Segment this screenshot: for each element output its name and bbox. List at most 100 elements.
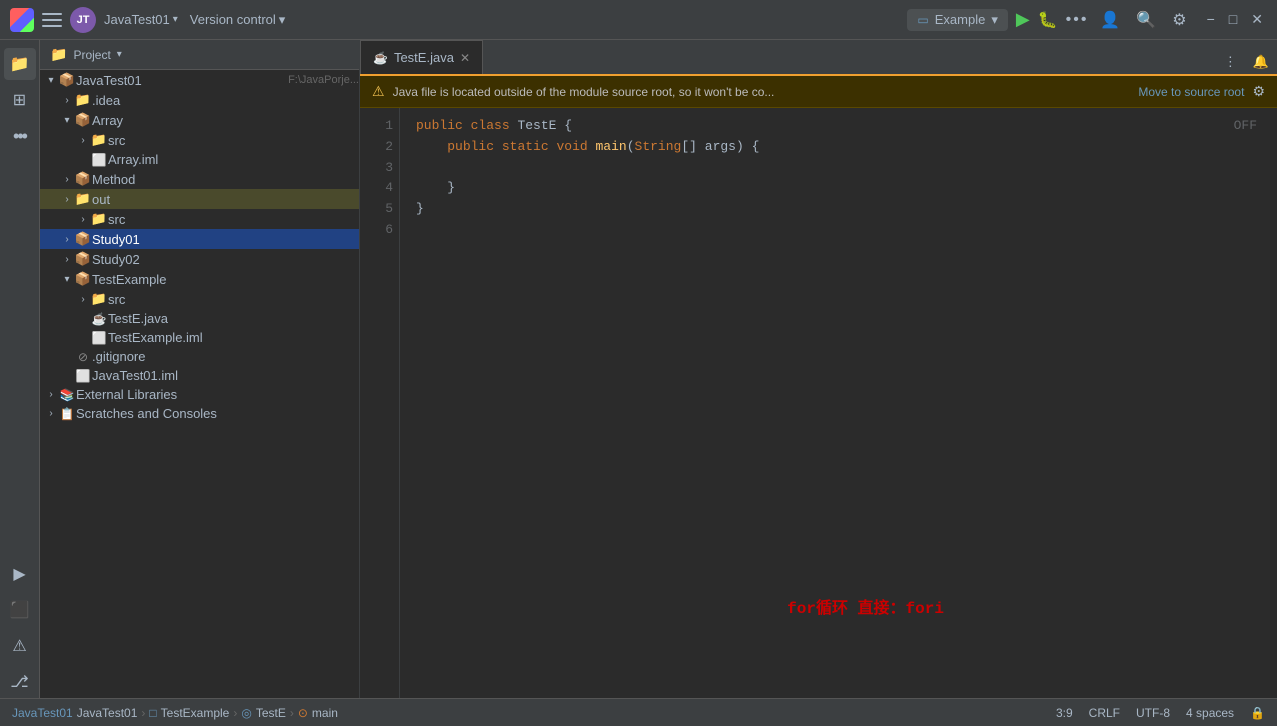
tree-item-external-libraries[interactable]: › 📚 External Libraries xyxy=(40,385,359,404)
file-icon: ☕ xyxy=(90,311,108,326)
file-encoding[interactable]: UTF-8 xyxy=(1136,706,1170,720)
tree-item-idea[interactable]: › 📁 .idea xyxy=(40,90,359,110)
activity-run-icon[interactable]: ▶ xyxy=(4,558,36,590)
line-number: 2 xyxy=(366,137,393,158)
tree-item-javatest01-root[interactable]: ▾ 📦 JavaTest01 F:\JavaPorje... xyxy=(40,70,359,90)
code-line xyxy=(416,158,1261,179)
search-everywhere-icon[interactable]: 🔍 xyxy=(1132,8,1160,32)
titlebar: JT JavaTest01 ▾ Version control ▾ ▭ Exam… xyxy=(0,0,1277,40)
tree-item-testexample[interactable]: ▾ 📦 TestExample xyxy=(40,269,359,289)
window-controls: − □ ✕ xyxy=(1203,9,1267,30)
run-config-caret-icon: ▾ xyxy=(991,12,998,28)
run-button[interactable]: ▶ xyxy=(1016,9,1030,30)
tree-item-out-src[interactable]: › 📁 src xyxy=(40,209,359,229)
tree-item-label: Study02 xyxy=(92,252,359,267)
file-icon: 📦 xyxy=(74,251,92,267)
warning-bar: ⚠ Java file is located outside of the mo… xyxy=(360,76,1277,108)
code-content[interactable]: OFF public class TestE { public static v… xyxy=(400,108,1277,698)
activity-git-icon[interactable]: ⎇ xyxy=(4,666,36,698)
activity-terminal-icon[interactable]: ⬛ xyxy=(4,594,36,626)
avatar[interactable]: JT xyxy=(70,7,96,33)
file-icon: 📦 xyxy=(74,231,92,247)
settings-icon[interactable]: ⚙ xyxy=(1168,8,1190,32)
warning-icon: ⚠ xyxy=(372,83,385,100)
hamburger-menu-icon[interactable] xyxy=(42,13,62,27)
tree-item-testexample-src[interactable]: › 📁 src xyxy=(40,289,359,309)
project-tree: ▾ 📦 JavaTest01 F:\JavaPorje... › 📁 .idea… xyxy=(40,70,359,423)
breadcrumb-method[interactable]: main xyxy=(312,706,338,720)
code-editor[interactable]: 123456 OFF public class TestE { public s… xyxy=(360,108,1277,698)
cursor-position[interactable]: 3:9 xyxy=(1056,706,1073,720)
breadcrumb-class[interactable]: TestE xyxy=(256,706,286,720)
breadcrumb-module[interactable]: TestExample xyxy=(161,706,230,720)
tree-caret-icon: › xyxy=(60,174,74,185)
tree-item-label: src xyxy=(108,292,359,307)
project-panel-header[interactable]: 📁 Project ▾ xyxy=(40,40,359,70)
activity-project-icon[interactable]: 📁 xyxy=(4,48,36,80)
tree-caret-icon: › xyxy=(44,408,58,419)
breadcrumb-project[interactable]: JavaTest01 xyxy=(12,706,73,720)
tree-item-study01[interactable]: › 📦 Study01 xyxy=(40,229,359,249)
activity-bar: 📁 ⊞ ••• ▶ ⬛ ⚠ ⎇ xyxy=(0,40,40,698)
version-control-menu[interactable]: Version control ▾ xyxy=(190,12,286,28)
off-label: OFF xyxy=(1234,116,1257,137)
project-panel-caret-icon: ▾ xyxy=(117,49,122,60)
activity-more-icon[interactable]: ••• xyxy=(4,120,36,152)
activity-plugins-icon[interactable]: ⊞ xyxy=(4,84,36,116)
tree-caret-icon: ▾ xyxy=(60,115,74,126)
collab-icon[interactable]: 👤 xyxy=(1096,8,1124,32)
code-token: { xyxy=(564,118,572,133)
run-config-icon: ▭ xyxy=(917,13,928,27)
tree-item-label: External Libraries xyxy=(76,387,359,402)
tree-item-out[interactable]: › 📁 out xyxy=(40,189,359,209)
tree-item-teste-java[interactable]: ☕ TestE.java xyxy=(40,309,359,328)
tree-item-label: Method xyxy=(92,172,359,187)
line-number: 5 xyxy=(366,199,393,220)
code-token: { xyxy=(752,139,760,154)
tree-item-label: JavaTest01.iml xyxy=(92,368,359,383)
warning-settings-icon[interactable]: ⚙ xyxy=(1252,83,1265,100)
code-token: args xyxy=(705,139,736,154)
tree-item-label: out xyxy=(92,192,359,207)
notifications-button[interactable]: 🔔 xyxy=(1245,50,1277,74)
tree-caret-icon: › xyxy=(76,135,90,146)
project-selector[interactable]: JavaTest01 ▾ xyxy=(104,12,178,27)
line-ending[interactable]: CRLF xyxy=(1089,706,1120,720)
tree-item-method[interactable]: › 📦 Method xyxy=(40,169,359,189)
file-icon: 📦 xyxy=(74,271,92,287)
breadcrumb-module-icon: □ xyxy=(149,706,156,720)
tree-item-study02[interactable]: › 📦 Study02 xyxy=(40,249,359,269)
maximize-button[interactable]: □ xyxy=(1225,9,1241,30)
tree-item-label: .gitignore xyxy=(92,349,359,364)
lock-icon[interactable]: 🔒 xyxy=(1250,706,1265,720)
debug-button[interactable]: 🐛 xyxy=(1038,10,1058,30)
tree-item-label: TestE.java xyxy=(108,311,359,326)
breadcrumb: JavaTest01 JavaTest01 › □ TestExample › … xyxy=(12,706,1050,720)
code-token: } xyxy=(447,180,455,195)
activity-problems-icon[interactable]: ⚠ xyxy=(4,630,36,662)
tree-item-gitignore[interactable]: ⊘ .gitignore xyxy=(40,347,359,366)
tree-item-javatest01-iml[interactable]: ⬜ JavaTest01.iml xyxy=(40,366,359,385)
code-token: public xyxy=(416,118,463,133)
java-file-tab-icon: ☕ xyxy=(373,51,388,65)
indent-setting[interactable]: 4 spaces xyxy=(1186,706,1234,720)
move-to-source-root-button[interactable]: Move to source root xyxy=(1138,85,1244,99)
run-configuration-selector[interactable]: ▭ Example ▾ xyxy=(907,9,1007,31)
minimize-button[interactable]: − xyxy=(1203,9,1219,30)
editor-tab-testejava[interactable]: ☕ TestE.java ✕ xyxy=(360,40,483,74)
close-tab-button[interactable]: ✕ xyxy=(460,51,470,65)
more-actions-button[interactable]: ••• xyxy=(1066,11,1089,29)
tab-list-button[interactable]: ⋮ xyxy=(1216,50,1245,74)
tree-item-array-iml[interactable]: ⬜ Array.iml xyxy=(40,150,359,169)
tree-item-label: Study01 xyxy=(92,232,359,247)
tree-item-label: src xyxy=(108,133,359,148)
tree-item-array[interactable]: ▾ 📦 Array xyxy=(40,110,359,130)
code-token: void xyxy=(556,139,587,154)
file-icon: 📁 xyxy=(74,191,92,207)
tree-caret-icon: › xyxy=(44,389,58,400)
close-button[interactable]: ✕ xyxy=(1247,9,1267,30)
file-icon: 📋 xyxy=(58,406,76,421)
tree-item-testexample-iml[interactable]: ⬜ TestExample.iml xyxy=(40,328,359,347)
tree-item-scratches[interactable]: › 📋 Scratches and Consoles xyxy=(40,404,359,423)
tree-item-array-src[interactable]: › 📁 src xyxy=(40,130,359,150)
